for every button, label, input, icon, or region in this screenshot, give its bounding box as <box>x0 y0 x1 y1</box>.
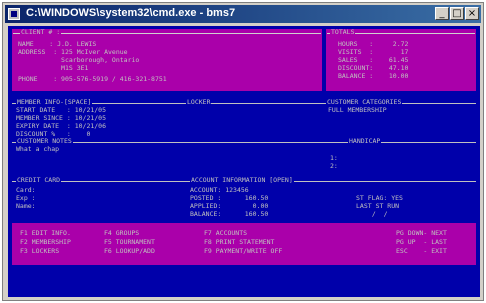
notes-rule <box>12 142 476 143</box>
credit-card-name[interactable]: Name: <box>16 202 36 211</box>
totals-balance: BALANCE : 10.00 <box>338 72 409 80</box>
title-bar[interactable]: C:\WINDOWS\system32\cmd.exe - bms7 _ □ × <box>5 5 481 23</box>
close-button[interactable]: × <box>465 7 479 20</box>
totals-header: TOTALS <box>330 28 356 37</box>
minimize-button[interactable]: _ <box>435 7 449 20</box>
f8-print-statement[interactable]: F8 PRINT STATEMENT <box>204 238 274 247</box>
f6-lookup-add[interactable]: F6 LOOKUP/ADD <box>104 247 155 256</box>
maximize-button[interactable]: □ <box>450 7 464 20</box>
customer-notes-text[interactable]: What a chap <box>16 145 59 154</box>
client-phone: PHONE : 905-576-5919 / 416-321-8751 <box>18 75 167 83</box>
locker-header: LOCKER <box>186 98 212 107</box>
account-balance: BALANCE: 160.50 <box>190 210 269 218</box>
handicap-header: HANDICAP <box>348 137 382 146</box>
f3-lockers[interactable]: F3 LOCKERS <box>20 247 59 256</box>
pgdown-next[interactable]: PG DOWN- NEXT <box>396 229 447 238</box>
f7-accounts[interactable]: F7 ACCOUNTS <box>204 229 247 238</box>
handicap-line2: 2: <box>330 162 338 170</box>
account-info-header: ACCOUNT INFORMATION [OPEN] <box>190 176 294 185</box>
last-statement-run-date: / / <box>364 210 388 218</box>
f9-payment-write-off[interactable]: F9 PAYMENT/WRITE OFF <box>204 247 282 256</box>
pgup-last[interactable]: PG UP - LAST <box>396 238 447 247</box>
f2-membership[interactable]: F2 MEMBERSHIP <box>20 238 71 247</box>
console-icon[interactable] <box>8 8 20 20</box>
f5-tournament[interactable]: F5 TOURNAMENT <box>104 238 155 247</box>
console-window: C:\WINDOWS\system32\cmd.exe - bms7 _ □ ×… <box>2 2 484 301</box>
client-number-label: CLIENT # : <box>20 28 62 37</box>
console-screen[interactable]: CLIENT # : NAME : J.D. LEWIS ADDRESS : 1… <box>8 26 480 297</box>
esc-exit[interactable]: ESC - EXIT <box>396 247 447 256</box>
f4-groups[interactable]: F4 GROUPS <box>104 229 139 238</box>
f1-edit-info[interactable]: F1 EDIT INFO. <box>20 229 71 238</box>
credit-card-header: CREDIT CARD <box>16 176 62 185</box>
customer-category-value: FULL MEMBERSHIP <box>328 106 387 114</box>
window-title: C:\WINDOWS\system32\cmd.exe - bms7 <box>26 7 236 19</box>
client-address-line3: M1S 3E1 <box>18 64 89 72</box>
